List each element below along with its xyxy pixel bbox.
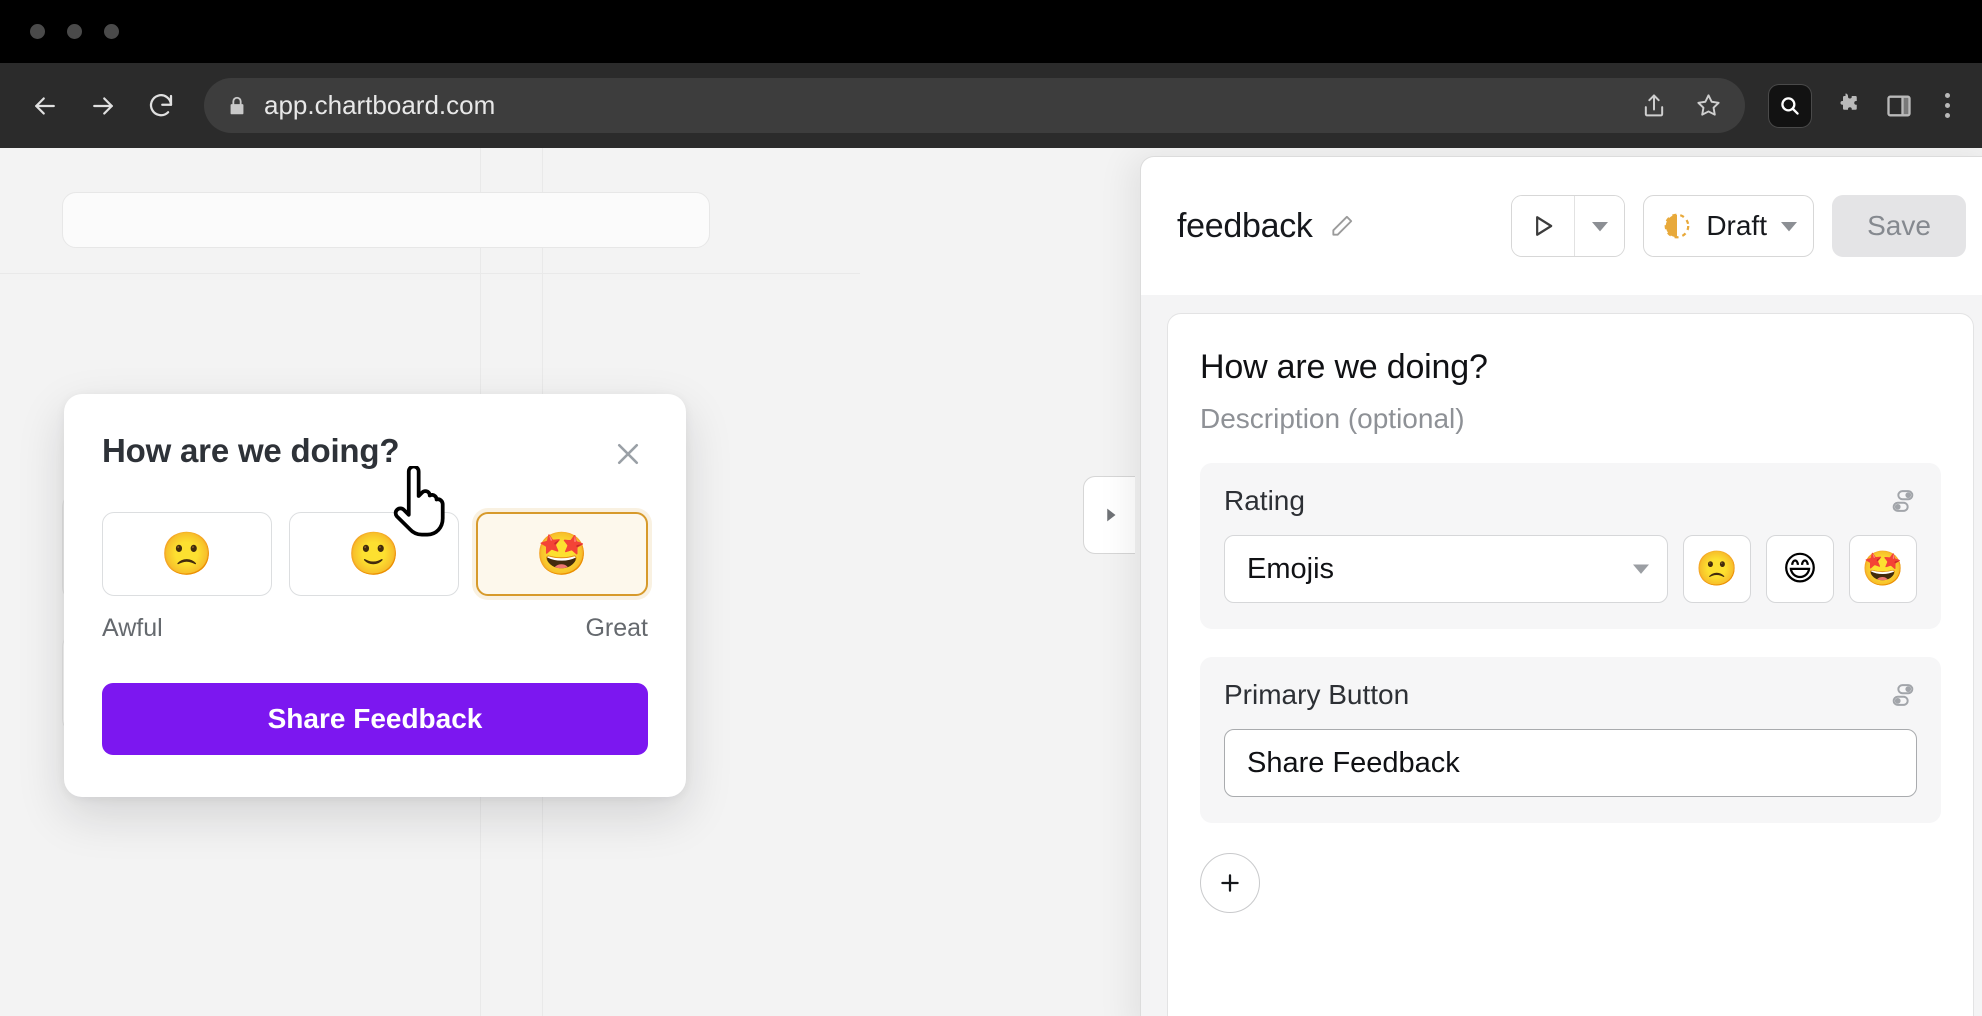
rating-options-row: 🙁 🙂 🤩 xyxy=(102,512,648,596)
field-primary-button-label: Primary Button xyxy=(1224,679,1409,711)
star-struck-face-emoji: 🤩 xyxy=(536,533,588,575)
preview-button-group xyxy=(1511,195,1625,257)
editor-title-group[interactable]: feedback xyxy=(1177,207,1493,246)
form-editor-card: How are we doing? Description (optional)… xyxy=(1167,313,1974,1016)
chevron-right-icon xyxy=(1099,504,1121,526)
forward-arrow-icon[interactable] xyxy=(80,83,126,129)
close-icon[interactable] xyxy=(608,434,648,474)
field-rating: Rating Emojis xyxy=(1200,463,1941,629)
sliders-icon[interactable] xyxy=(1889,487,1917,515)
rating-scale-labels: Awful Great xyxy=(102,614,648,643)
emoji-preview-okay[interactable]: 😄 xyxy=(1766,535,1834,603)
form-description-input[interactable]: Description (optional) xyxy=(1200,403,1941,435)
rating-option-okay[interactable]: 🙂 xyxy=(289,512,459,596)
star-icon[interactable] xyxy=(1694,91,1723,120)
field-primary-button: Primary Button Share Feedback xyxy=(1200,657,1941,823)
share-icon[interactable] xyxy=(1640,92,1668,120)
sliders-icon[interactable] xyxy=(1889,681,1917,709)
primary-button-text-input[interactable]: Share Feedback xyxy=(1224,729,1917,797)
editor-body: How are we doing? Description (optional)… xyxy=(1141,295,1982,1016)
rating-option-awful[interactable]: 🙁 xyxy=(102,512,272,596)
scale-label-low: Awful xyxy=(102,614,163,643)
pencil-icon[interactable] xyxy=(1329,213,1355,239)
field-primary-button-header: Primary Button xyxy=(1224,679,1917,711)
field-rating-header: Rating xyxy=(1224,485,1917,517)
scale-label-high: Great xyxy=(585,614,648,643)
feedback-dialog-header: How are we doing? xyxy=(102,432,648,474)
status-label: Draft xyxy=(1706,210,1767,242)
emoji-preview-great[interactable]: 🤩 xyxy=(1849,535,1917,603)
browser-toolbar: app.chartboard.com xyxy=(0,63,1982,148)
play-icon xyxy=(1529,212,1557,240)
close-window-button[interactable] xyxy=(30,24,45,39)
emoji-preview-awful[interactable]: 🙁 xyxy=(1683,535,1751,603)
puzzle-piece-icon[interactable] xyxy=(1833,91,1863,121)
feedback-dialog-title: How are we doing? xyxy=(102,432,399,470)
preview-options-caret[interactable] xyxy=(1574,196,1624,256)
canvas-divider xyxy=(0,273,860,274)
plus-icon xyxy=(1217,870,1243,896)
frowning-face-emoji: 🙁 xyxy=(161,533,213,575)
preview-play-button[interactable] xyxy=(1512,196,1574,256)
reload-icon[interactable] xyxy=(138,83,184,129)
half-moon-draft-icon xyxy=(1662,211,1692,241)
editor-header: feedback Draft xyxy=(1141,157,1982,295)
editor-title: feedback xyxy=(1177,207,1313,246)
address-bar-url: app.chartboard.com xyxy=(264,90,1628,121)
status-dropdown[interactable]: Draft xyxy=(1643,195,1814,257)
app-viewport: How are we doing? 🙁 🙂 🤩 Awful Great Shar… xyxy=(0,148,1982,1016)
caret-down-icon xyxy=(1633,559,1649,579)
field-rating-label: Rating xyxy=(1224,485,1305,517)
window-traffic-lights xyxy=(30,24,119,39)
maximize-window-button[interactable] xyxy=(104,24,119,39)
side-panel-icon[interactable] xyxy=(1885,92,1913,120)
chevron-down-icon xyxy=(1592,218,1608,234)
editor-panel: feedback Draft xyxy=(1140,156,1982,1016)
form-title-input[interactable]: How are we doing? xyxy=(1200,348,1941,387)
chevron-down-icon xyxy=(1781,218,1797,234)
extension-badge-icon[interactable] xyxy=(1769,85,1811,127)
share-feedback-button[interactable]: Share Feedback xyxy=(102,683,648,755)
save-button[interactable]: Save xyxy=(1832,195,1966,257)
browser-toolbar-actions xyxy=(1745,85,1982,127)
browser-titlebar xyxy=(0,0,1982,63)
minimize-window-button[interactable] xyxy=(67,24,82,39)
add-field-button[interactable] xyxy=(1200,853,1260,913)
kebab-menu-icon[interactable] xyxy=(1935,89,1960,122)
rating-type-select[interactable]: Emojis xyxy=(1224,535,1668,603)
feedback-preview-dialog: How are we doing? 🙁 🙂 🤩 Awful Great Shar… xyxy=(64,394,686,797)
rating-type-value: Emojis xyxy=(1247,553,1334,586)
rating-option-great[interactable]: 🤩 xyxy=(476,512,648,596)
canvas-placeholder-header xyxy=(62,192,710,248)
lock-icon xyxy=(226,95,248,117)
back-arrow-icon[interactable] xyxy=(22,83,68,129)
address-bar[interactable]: app.chartboard.com xyxy=(204,78,1745,133)
slightly-smiling-face-emoji: 🙂 xyxy=(348,533,400,575)
panel-collapse-handle[interactable] xyxy=(1083,476,1135,554)
field-rating-controls: Emojis 🙁 😄 🤩 xyxy=(1224,535,1917,603)
